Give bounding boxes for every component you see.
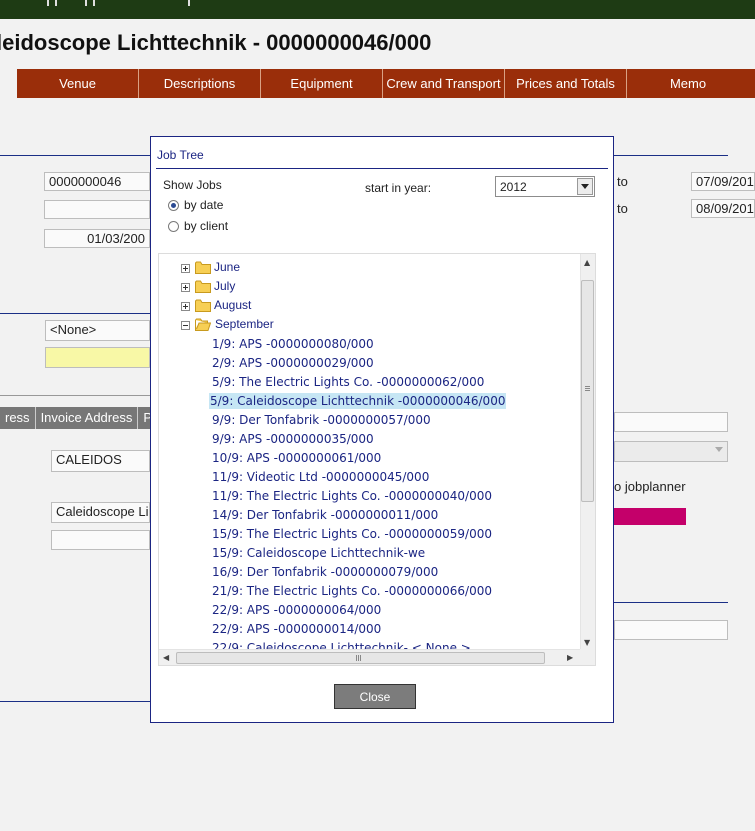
job-tree-dialog: Job Tree Show Jobs by date by client sta… [150,136,614,723]
job-item-selected[interactable]: 5/9: Caleidoscope Lichttechnik -00000000… [209,393,507,409]
job-item[interactable]: 1/9: APS -0000000080/000 [211,336,375,352]
job-item[interactable]: 2/9: APS -0000000029/000 [211,355,375,371]
section-divider [0,155,150,156]
expand-plus-icon[interactable] [181,302,190,311]
job-item[interactable]: 16/9: Der Tonfabrik -0000000079/000 [211,564,439,580]
job-item[interactable]: 5/9: The Electric Lights Co. -0000000062… [211,374,485,390]
job-item[interactable]: 14/9: Der Tonfabrik -0000000011/000 [211,507,439,523]
empty-field[interactable] [614,412,728,432]
header-mark [85,0,87,6]
tab-prices-and-totals[interactable]: Prices and Totals [505,69,627,98]
empty-field[interactable] [51,530,150,550]
month-label-august[interactable]: August [214,298,251,312]
scroll-left-arrow-icon[interactable]: ◀ [163,654,169,662]
start-year-select[interactable]: 2012 [495,176,595,197]
header-mark [188,0,190,6]
subtab-address[interactable]: ress [0,407,36,429]
start-date-field[interactable]: 01/03/200 [44,229,150,248]
job-item[interactable]: 9/9: APS -0000000035/000 [211,431,375,447]
job-item[interactable]: 11/9: The Electric Lights Co. -000000004… [211,488,493,504]
radio-by-client-label[interactable]: by client [184,219,228,233]
section-divider [0,313,150,314]
tree-node-august[interactable]: August [159,296,459,315]
tree-node-june[interactable]: June [159,258,459,277]
collapse-minus-icon[interactable] [181,321,190,330]
month-label-july[interactable]: July [214,279,235,293]
job-item[interactable]: 22/9: APS -0000000064/000 [211,602,382,618]
section-divider [614,155,728,156]
expand-plus-icon[interactable] [181,283,190,292]
radio-by-date-label[interactable]: by date [184,198,223,212]
tab-equipment[interactable]: Equipment [261,69,383,98]
tree-node-september[interactable]: September [159,315,459,334]
header-mark [47,0,49,6]
start-year-value: 2012 [500,180,527,194]
scroll-right-arrow-icon[interactable]: ▶ [567,654,573,662]
address-subtabs: ress Invoice Address Ph [0,407,166,429]
dropdown-arrow-icon[interactable] [577,178,593,195]
vertical-scroll-thumb[interactable] [581,280,594,502]
start-year-label: start in year: [365,181,432,195]
end-date-field[interactable]: 08/09/2013 [691,199,755,218]
radio-by-date[interactable] [168,200,179,211]
section-divider [0,395,150,396]
expand-plus-icon[interactable] [181,264,190,273]
header-mark [93,0,95,6]
jobplanner-label: o jobplanner [614,479,686,494]
horizontal-scroll-thumb[interactable] [176,652,545,664]
tree-node-july[interactable]: July [159,277,459,296]
app-header-bar [0,0,755,19]
section-divider [614,602,728,603]
main-tab-bar: Venue Descriptions Equipment Crew and Tr… [17,69,755,98]
subtab-invoice-address[interactable]: Invoice Address [35,407,139,429]
job-item[interactable]: 10/9: APS -0000000061/000 [211,450,382,466]
job-item[interactable]: 9/9: Der Tonfabrik -0000000057/000 [211,412,432,428]
disabled-select [614,441,728,462]
job-item[interactable]: 11/9: Videotic Ltd -0000000045/000 [211,469,430,485]
page-title: leidoscope Lichttechnik - 0000000046/000 [0,30,432,55]
folder-icon [195,299,211,312]
chevron-down-icon [715,447,723,452]
close-button[interactable]: Close [334,684,416,709]
tab-venue[interactable]: Venue [17,69,139,98]
job-tree: June July August September 1/9: APS -000… [158,253,596,666]
empty-field[interactable] [44,200,150,219]
scroll-down-arrow-icon[interactable]: ▼ [584,639,590,647]
client-name-field[interactable]: Caleidoscope Lic [51,502,150,523]
tab-descriptions[interactable]: Descriptions [139,69,261,98]
show-jobs-label: Show Jobs [163,178,222,192]
month-label-september[interactable]: September [215,317,274,331]
dialog-title-divider [156,168,608,169]
to-label: to [617,174,628,189]
tab-crew-and-transport[interactable]: Crew and Transport [383,69,505,98]
scroll-up-arrow-icon[interactable]: ▲ [584,259,590,267]
client-code-field[interactable]: CALEIDOS [51,450,150,472]
highlighted-field[interactable] [45,347,150,368]
to-label: to [617,201,628,216]
job-number-field[interactable]: 0000000046 [44,172,150,191]
folder-icon [195,261,211,274]
end-date-field[interactable]: 07/09/2013 [691,172,755,191]
empty-field[interactable] [614,620,728,640]
scrollbar-corner [580,649,595,665]
status-select[interactable]: <None> [45,320,150,341]
month-label-june[interactable]: June [214,260,240,274]
job-item[interactable]: 22/9: APS -0000000014/000 [211,621,382,637]
jobplanner-bar [614,508,686,525]
folder-icon [195,280,211,293]
job-item[interactable]: 21/9: The Electric Lights Co. -000000006… [211,583,493,599]
job-item[interactable]: 15/9: Caleidoscope Lichttechnik-we [211,545,426,561]
open-folder-icon [195,318,211,331]
section-divider [0,701,150,702]
radio-by-client[interactable] [168,221,179,232]
job-item[interactable]: 15/9: The Electric Lights Co. -000000005… [211,526,493,542]
header-mark [55,0,57,6]
tab-memo[interactable]: Memo [627,69,749,98]
dialog-title: Job Tree [157,148,204,162]
